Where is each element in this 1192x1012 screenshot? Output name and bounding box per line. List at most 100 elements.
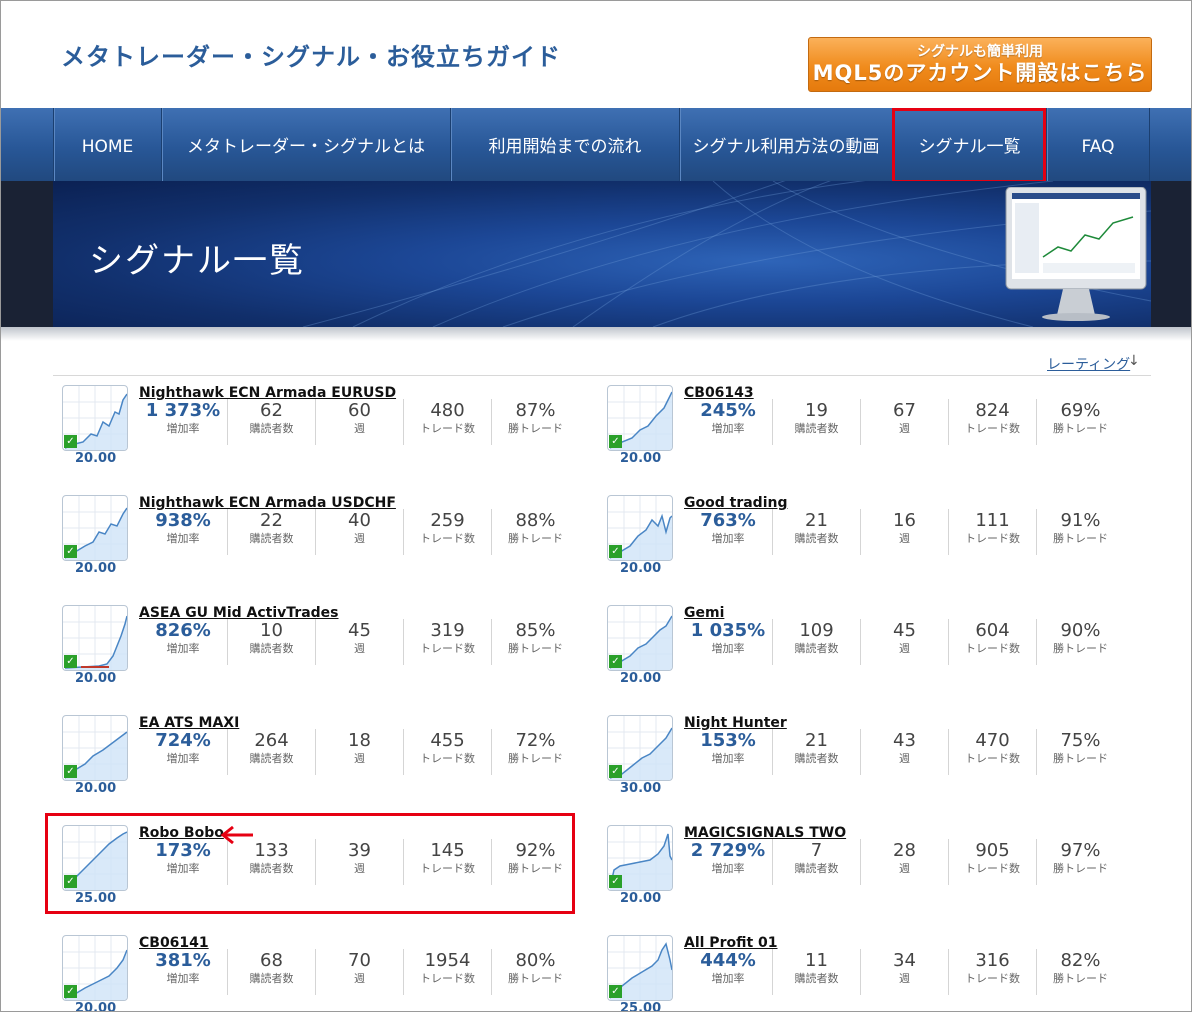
weeks-label: 週 bbox=[899, 532, 910, 545]
stat-win: 80% 勝トレード bbox=[491, 949, 579, 995]
weeks-label: 週 bbox=[354, 752, 365, 765]
list-top-rule bbox=[53, 375, 1151, 376]
subscribers-label: 購読者数 bbox=[794, 642, 839, 655]
signal-card: ✓ 20.00 EA ATS MAXI 724% 増加率 264 購読者数 18… bbox=[53, 715, 573, 815]
subscribers-value: 10 bbox=[260, 620, 283, 641]
subscribers-label: 購読者数 bbox=[249, 752, 294, 765]
page-frame: メタトレーダー・シグナル・お役立ちガイド シグナルも簡単利用 MQL5のアカウン… bbox=[0, 0, 1192, 1012]
growth-value: 381% bbox=[155, 950, 211, 971]
growth-label: 増加率 bbox=[166, 532, 200, 545]
subscribers-value: 7 bbox=[810, 840, 823, 861]
growth-label: 増加率 bbox=[711, 972, 745, 985]
nav-item-about[interactable]: メタトレーダー・シグナルとは bbox=[161, 108, 450, 181]
weeks-label: 週 bbox=[899, 862, 910, 875]
weeks-value: 43 bbox=[893, 730, 916, 751]
subscribers-value: 21 bbox=[805, 510, 828, 531]
growth-value: 153% bbox=[700, 730, 756, 751]
stat-trades: 824 トレード数 bbox=[948, 399, 1036, 445]
signal-card: ✓ 20.00 CB06141 381% 増加率 68 購読者数 70 週 19… bbox=[53, 935, 573, 1011]
trades-value: 316 bbox=[975, 950, 1010, 971]
trades-value: 480 bbox=[430, 400, 465, 421]
growth-label: 増加率 bbox=[711, 642, 745, 655]
stat-win: 87% 勝トレード bbox=[491, 399, 579, 445]
trades-value: 259 bbox=[430, 510, 465, 531]
win-value: 85% bbox=[515, 620, 556, 641]
page-banner: シグナル一覧 bbox=[1, 181, 1191, 327]
growth-value: 1 373% bbox=[145, 400, 221, 421]
subscribers-value: 109 bbox=[799, 620, 834, 641]
signal-price: 20.00 bbox=[620, 891, 662, 906]
stat-trades: 480 トレード数 bbox=[403, 399, 491, 445]
stat-growth: 153% 増加率 bbox=[684, 729, 772, 775]
trades-value: 319 bbox=[430, 620, 465, 641]
win-value: 91% bbox=[1060, 510, 1101, 531]
growth-value: 938% bbox=[155, 510, 211, 531]
subscribers-value: 62 bbox=[260, 400, 283, 421]
stat-growth: 938% 増加率 bbox=[139, 509, 227, 555]
nav-item-flow[interactable]: 利用開始までの流れ bbox=[450, 108, 679, 181]
signal-card: ✓ 30.00 Night Hunter 153% 増加率 21 購読者数 43… bbox=[598, 715, 1118, 815]
win-label: 勝トレード bbox=[1053, 532, 1108, 545]
win-value: 75% bbox=[1060, 730, 1101, 751]
growth-label: 増加率 bbox=[711, 532, 745, 545]
stat-subscribers: 109 購読者数 bbox=[772, 619, 860, 665]
sort-arrow-icon[interactable]: ↓ bbox=[1128, 353, 1140, 369]
signal-card: ✓ 20.00 Gemi 1 035% 増加率 109 購読者数 45 週 60… bbox=[598, 605, 1118, 705]
win-label: 勝トレード bbox=[1053, 972, 1108, 985]
trades-value: 455 bbox=[430, 730, 465, 751]
stat-growth: 245% 増加率 bbox=[684, 399, 772, 445]
stat-growth: 763% 増加率 bbox=[684, 509, 772, 555]
verified-check-icon: ✓ bbox=[609, 655, 622, 668]
weeks-label: 週 bbox=[899, 972, 910, 985]
stat-win: 90% 勝トレード bbox=[1036, 619, 1124, 665]
signal-price: 20.00 bbox=[620, 451, 662, 466]
site-title[interactable]: メタトレーダー・シグナル・お役立ちガイド bbox=[61, 37, 561, 72]
stat-growth: 381% 増加率 bbox=[139, 949, 227, 995]
stat-trades: 604 トレード数 bbox=[948, 619, 1036, 665]
growth-label: 増加率 bbox=[166, 422, 200, 435]
win-value: 80% bbox=[515, 950, 556, 971]
trades-label: トレード数 bbox=[420, 422, 475, 435]
stat-weeks: 45 週 bbox=[315, 619, 403, 665]
growth-label: 増加率 bbox=[166, 752, 200, 765]
page-title: シグナル一覧 bbox=[89, 241, 305, 281]
trades-value: 905 bbox=[975, 840, 1010, 861]
nav-item-faq[interactable]: FAQ bbox=[1046, 108, 1150, 181]
verified-check-icon: ✓ bbox=[64, 545, 77, 558]
subscribers-value: 11 bbox=[805, 950, 828, 971]
win-value: 82% bbox=[1060, 950, 1101, 971]
win-label: 勝トレード bbox=[508, 972, 563, 985]
subscribers-value: 68 bbox=[260, 950, 283, 971]
stat-trades: 470 トレード数 bbox=[948, 729, 1036, 775]
growth-value: 245% bbox=[700, 400, 756, 421]
verified-check-icon: ✓ bbox=[609, 435, 622, 448]
win-label: 勝トレード bbox=[508, 532, 563, 545]
subscribers-label: 購読者数 bbox=[794, 862, 839, 875]
weeks-label: 週 bbox=[899, 752, 910, 765]
growth-label: 増加率 bbox=[166, 642, 200, 655]
trades-label: トレード数 bbox=[965, 972, 1020, 985]
stat-weeks: 40 週 bbox=[315, 509, 403, 555]
main-nav: HOME メタトレーダー・シグナルとは 利用開始までの流れ シグナル利用方法の動… bbox=[1, 108, 1191, 181]
growth-label: 増加率 bbox=[711, 752, 745, 765]
growth-value: 2 729% bbox=[690, 840, 766, 861]
signal-card: ✓ 20.00 ASEA GU Mid ActivTrades 826% 増加率… bbox=[53, 605, 573, 705]
trades-label: トレード数 bbox=[420, 972, 475, 985]
stat-growth: 2 729% 増加率 bbox=[684, 839, 772, 885]
trades-label: トレード数 bbox=[965, 532, 1020, 545]
nav-item-home[interactable]: HOME bbox=[53, 108, 161, 181]
subscribers-value: 21 bbox=[805, 730, 828, 751]
nav-item-video[interactable]: シグナル利用方法の動画 bbox=[679, 108, 892, 181]
verified-check-icon: ✓ bbox=[64, 765, 77, 778]
stat-subscribers: 68 購読者数 bbox=[227, 949, 315, 995]
nav-item-signal-list[interactable]: シグナル一覧 bbox=[892, 108, 1046, 181]
monitor-illustration bbox=[1005, 187, 1147, 321]
stat-subscribers: 10 購読者数 bbox=[227, 619, 315, 665]
stat-trades: 259 トレード数 bbox=[403, 509, 491, 555]
stat-weeks: 18 週 bbox=[315, 729, 403, 775]
stat-trades: 111 トレード数 bbox=[948, 509, 1036, 555]
sort-rating-link[interactable]: レーティング bbox=[1047, 354, 1130, 374]
cta-subtitle: シグナルも簡単利用 bbox=[917, 44, 1043, 60]
mql5-account-button[interactable]: シグナルも簡単利用 MQL5のアカウント開設はこちら bbox=[808, 37, 1152, 92]
subscribers-label: 購読者数 bbox=[249, 532, 294, 545]
